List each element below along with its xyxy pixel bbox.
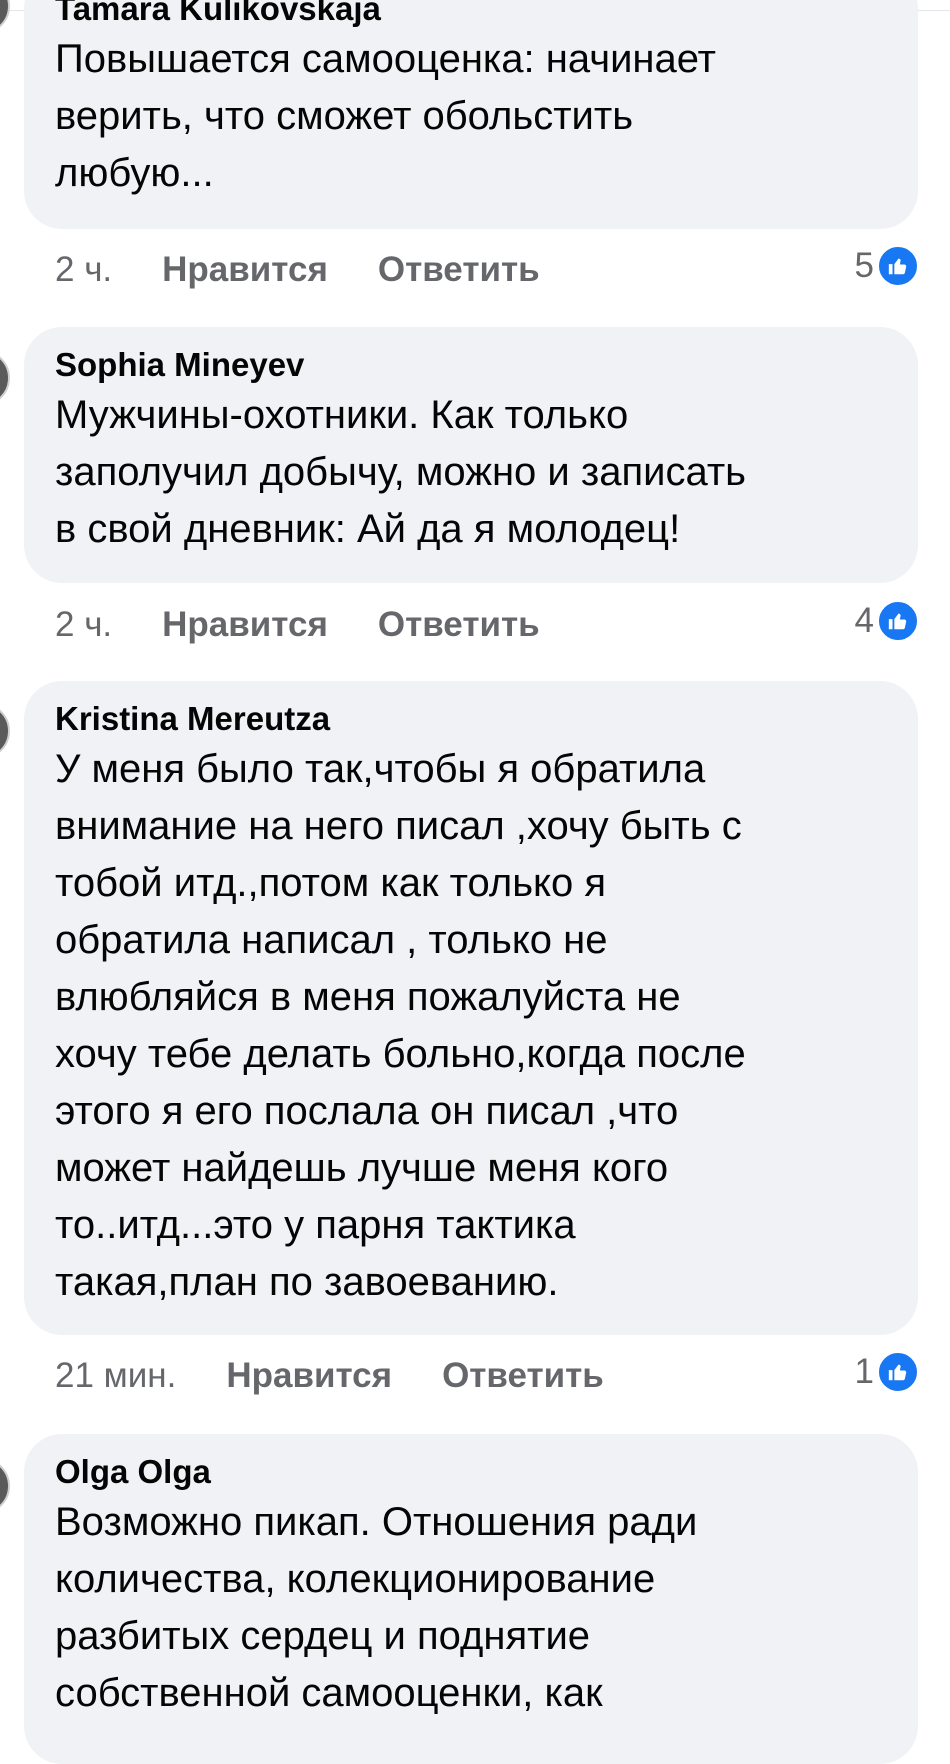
comment-text-line: хочу тебе делать больно,когда после xyxy=(55,1032,746,1076)
comment-text-line: то..итд...это у парня тактика xyxy=(55,1203,576,1247)
reply-button[interactable]: Ответить xyxy=(378,605,540,645)
comment-author[interactable]: Kristina Mereutza xyxy=(55,699,888,739)
comment-author[interactable]: Olga Olga xyxy=(55,1452,888,1492)
like-thumb-icon xyxy=(876,599,920,643)
comment-text: У меня было так,чтобы я обратила внимани… xyxy=(55,741,888,1311)
comment-text-line: заполучил добычу, можно и записать xyxy=(55,450,746,494)
comment-text-line: любую... xyxy=(55,151,214,195)
reply-button[interactable]: Ответить xyxy=(442,1356,604,1396)
comment-bubble: Sophia Mineyev Мужчины-охотники. Как тол… xyxy=(24,327,918,583)
comment-text-line: Повышается самооценка: начинает xyxy=(55,37,716,81)
reaction-count[interactable]: 5 xyxy=(855,241,920,291)
like-button[interactable]: Нравится xyxy=(162,250,328,290)
comment-text-line: У меня было так,чтобы я обратила xyxy=(55,747,706,791)
reaction-count[interactable]: 1 xyxy=(855,1347,920,1397)
comment-time[interactable]: 2 ч. xyxy=(55,250,112,290)
reaction-number: 4 xyxy=(854,601,874,640)
comment-bubble: Kristina Mereutza У меня было так,чтобы … xyxy=(24,681,918,1335)
comment-text-line: влюбляйся в меня пожалуйста не xyxy=(55,975,681,1019)
like-button[interactable]: Нравится xyxy=(226,1356,392,1396)
comment-text-line: количества, колекционирование xyxy=(55,1557,656,1601)
like-button[interactable]: Нравится xyxy=(162,605,328,645)
comment-text-line: обратила написал , только не xyxy=(55,918,608,962)
comment-actions: 21 мин. Нравится Ответить xyxy=(55,1351,604,1401)
avatar[interactable] xyxy=(0,1458,10,1514)
comment-text-line: может найдешь лучше меня кого xyxy=(55,1146,669,1190)
reaction-count[interactable]: 4 xyxy=(855,596,920,646)
avatar[interactable] xyxy=(0,703,10,759)
comment-author[interactable]: Tamara Kulikovskaja xyxy=(55,0,888,29)
avatar[interactable] xyxy=(0,0,10,34)
comment-bubble: Olga Olga Возможно пикап. Отношения ради… xyxy=(24,1434,918,1764)
reaction-number: 5 xyxy=(854,246,874,285)
comment-text: Повышается самооценка: начинает верить, … xyxy=(55,31,888,202)
comment-text-line: собственной самооценки, как xyxy=(55,1671,603,1715)
comment-author[interactable]: Sophia Mineyev xyxy=(55,345,888,385)
comment-text-line: внимание на него писал ,хочу быть с xyxy=(55,804,742,848)
comment-text-line: верить, что сможет обольстить xyxy=(55,94,634,138)
comment-actions: 2 ч. Нравится Ответить xyxy=(55,245,540,295)
comment-text-line: Мужчины-охотники. Как только xyxy=(55,393,629,437)
comment-actions: 2 ч. Нравится Ответить xyxy=(55,600,540,650)
comment-text-line: разбитых сердец и поднятие xyxy=(55,1614,591,1658)
reaction-number: 1 xyxy=(854,1352,874,1391)
comment-time[interactable]: 21 мин. xyxy=(55,1356,176,1396)
comment-text-line: Возможно пикап. Отношения ради xyxy=(55,1500,698,1544)
comment-text: Возможно пикап. Отношения ради количеств… xyxy=(55,1494,888,1722)
comment-text-line: в свой дневник: Ай да я молодец! xyxy=(55,507,681,551)
comment-text-line: тобой итд.,потом как только я xyxy=(55,861,607,905)
avatar[interactable] xyxy=(0,350,10,406)
comment-text-line: этого я его послала он писал ,что xyxy=(55,1089,679,1133)
like-thumb-icon xyxy=(876,244,920,288)
comment-time[interactable]: 2 ч. xyxy=(55,605,112,645)
like-thumb-icon xyxy=(876,1350,920,1394)
comment-text: Мужчины-охотники. Как только заполучил д… xyxy=(55,387,888,558)
reply-button[interactable]: Ответить xyxy=(378,250,540,290)
comment-text-line: такая,план по завоеванию. xyxy=(55,1260,559,1304)
comment-bubble: Tamara Kulikovskaja Повышается самооценк… xyxy=(24,0,918,229)
